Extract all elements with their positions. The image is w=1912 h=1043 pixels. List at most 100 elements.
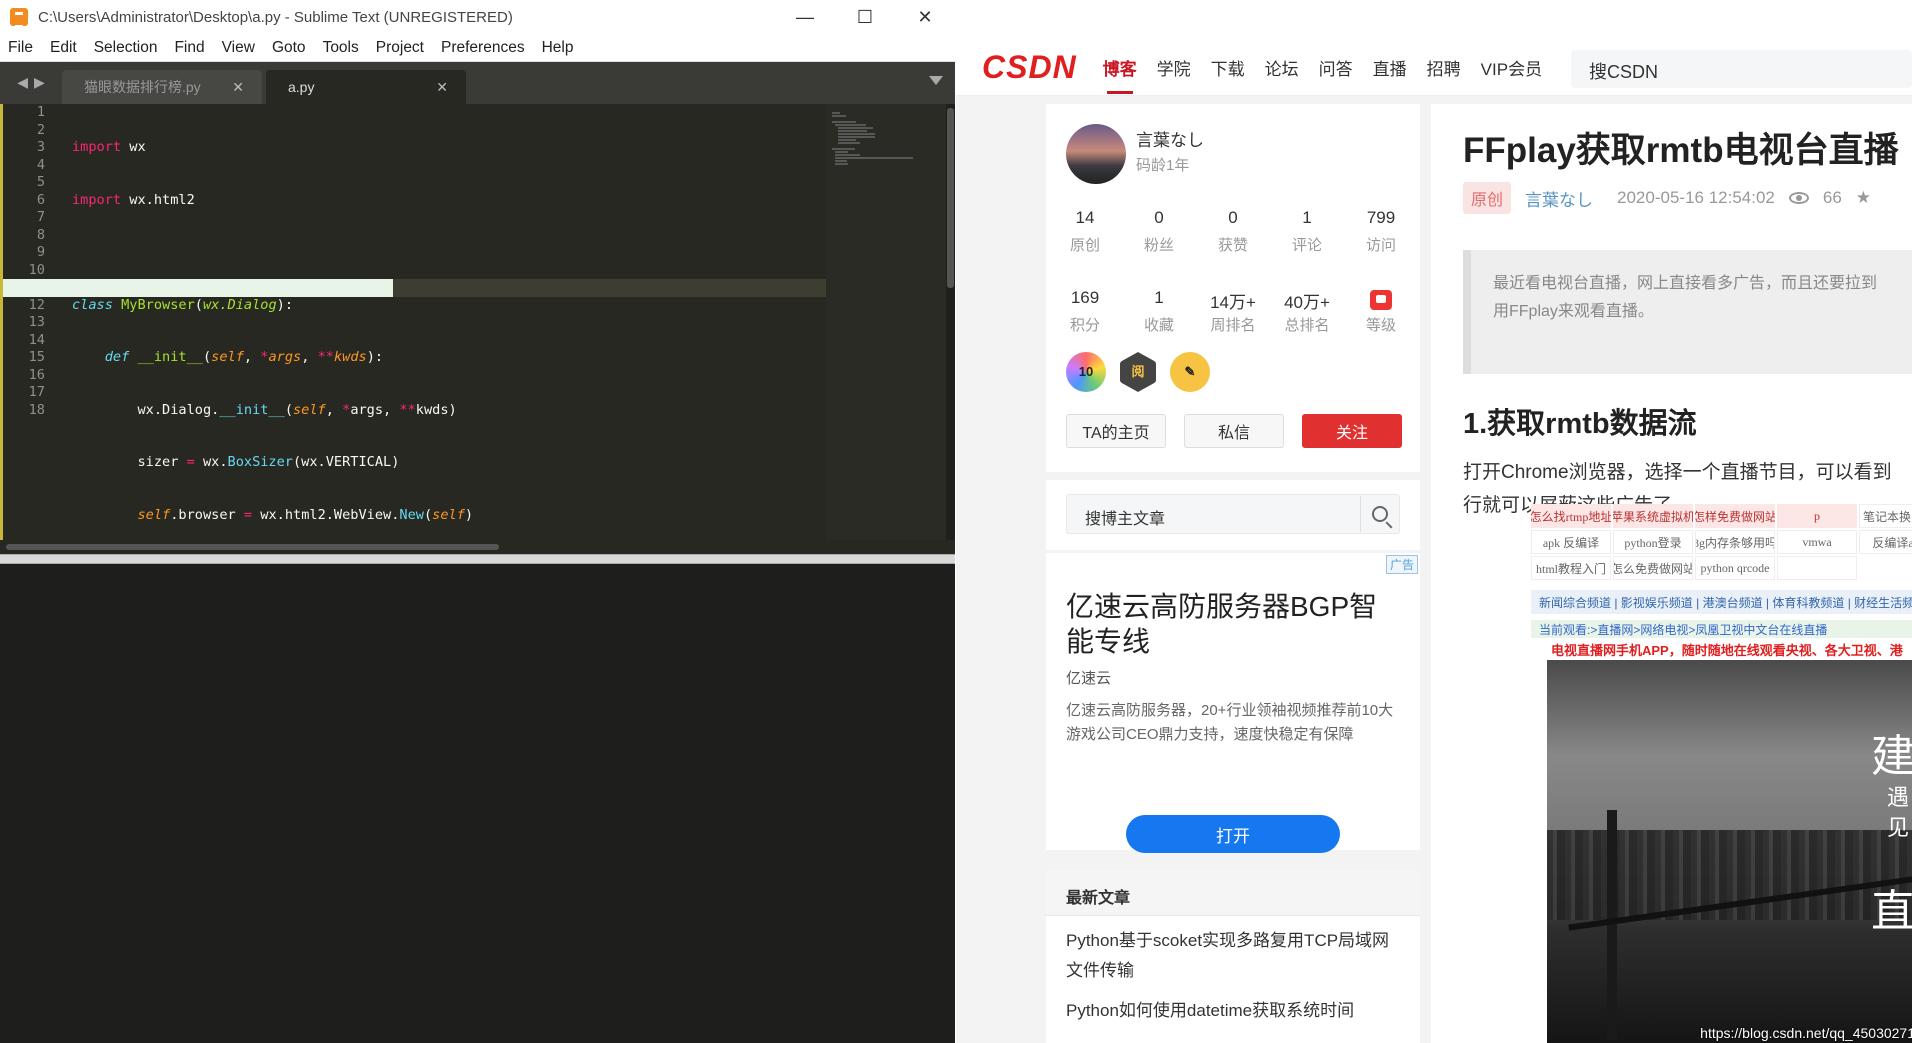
keyword-cell: 反编译app xyxy=(1859,530,1912,554)
stat-value: 14万+ xyxy=(1210,293,1256,312)
badge-icon[interactable]: 10 xyxy=(1066,352,1106,392)
line-number: 4 xyxy=(36,156,45,173)
stat-fans[interactable]: 0 粉丝 xyxy=(1124,208,1194,255)
article-summary: 最近看电视台直播，网上直接看多广告，而且还要拉到 用FFplay来观看直播。 xyxy=(1463,250,1912,374)
tab-navigation[interactable]: ◀ ▶ xyxy=(0,62,62,104)
stat-total-rank[interactable]: 40万+ 总排名 xyxy=(1272,288,1342,335)
blog-search-input[interactable]: 搜博主文章 xyxy=(1066,494,1400,534)
badge-icon[interactable]: 阅 xyxy=(1120,352,1156,392)
horizontal-scrollbar[interactable] xyxy=(0,540,946,554)
nav-blog[interactable]: 博客 xyxy=(1103,55,1137,94)
code-line: wx.Dialog.__init__(self, *args, **kwds) xyxy=(72,401,457,418)
vertical-scroll-thumb[interactable] xyxy=(947,108,954,288)
blog-search-card: 搜博主文章 xyxy=(1046,480,1420,550)
tab-list-dropdown-icon[interactable] xyxy=(929,76,943,85)
star-icon[interactable]: ★ xyxy=(1856,188,1871,208)
code-area[interactable]: import wx import wx.html2 class MyBrowse… xyxy=(72,104,832,554)
nav-jobs[interactable]: 招聘 xyxy=(1427,55,1461,80)
author-home-button[interactable]: TA的主页 xyxy=(1066,414,1166,448)
build-output-panel[interactable] xyxy=(0,564,955,1043)
search-icon xyxy=(1371,506,1388,522)
follow-button[interactable]: 关注 xyxy=(1302,414,1402,448)
nav-vip[interactable]: VIP会员 xyxy=(1481,55,1542,80)
menu-find[interactable]: Find xyxy=(174,39,204,57)
stat-original[interactable]: 14 原创 xyxy=(1050,208,1120,255)
stat-label: 粉丝 xyxy=(1143,237,1174,254)
blog-search-button[interactable] xyxy=(1360,496,1398,532)
line-number: 3 xyxy=(36,139,45,155)
nav-live[interactable]: 直播 xyxy=(1373,55,1407,80)
csdn-search-input[interactable]: 搜CSDN xyxy=(1571,50,1912,88)
menu-view[interactable]: View xyxy=(222,39,255,57)
horizontal-scroll-thumb[interactable] xyxy=(6,544,499,550)
badge-label: ✎ xyxy=(1184,364,1196,379)
panel-splitter[interactable] xyxy=(0,554,955,564)
current-watching: 当前观看:>直播网>网络电视>凤凰卫视中文台在线直播 xyxy=(1531,620,1912,638)
minimap-line xyxy=(838,127,874,129)
csdn-logo[interactable]: CSDN xyxy=(982,49,1077,86)
tab-maoyan[interactable]: 猫眼数据排行榜.py ✕ xyxy=(62,70,262,104)
stat-favorites[interactable]: 1 收藏 xyxy=(1124,288,1194,335)
ad-title[interactable]: 亿速云高防服务器BGP智能专线 xyxy=(1066,589,1400,659)
stat-week-rank[interactable]: 14万+ 周排名 xyxy=(1198,288,1268,335)
ad-open-button[interactable]: 打开 xyxy=(1126,815,1340,853)
menu-edit[interactable]: Edit xyxy=(50,39,77,57)
minimap-line xyxy=(832,115,846,117)
nav-download[interactable]: 下载 xyxy=(1211,55,1245,80)
badge-icon[interactable]: ✎ xyxy=(1170,352,1210,392)
nav-forum[interactable]: 论坛 xyxy=(1265,55,1299,80)
keyword-cell: 苹果系统虚拟机 xyxy=(1613,504,1693,528)
article-author[interactable]: 言葉なし xyxy=(1525,186,1593,211)
stat-comments[interactable]: 1 评论 xyxy=(1272,208,1342,255)
ad-card[interactable]: 广告 亿速云高防服务器BGP智能专线 亿速云 亿速云高防服务器，20+行业领袖视… xyxy=(1046,553,1420,853)
code-editor[interactable]: 1 2 3 4 5 6 7 8 9 10 11 12 13 14 15 16 17 18 import wx im… xyxy=(0,104,955,554)
menu-project[interactable]: Project xyxy=(376,39,424,57)
tab-a-py[interactable]: a.py ✕ xyxy=(266,70,466,104)
tab-close-icon[interactable]: ✕ xyxy=(232,79,244,96)
menu-file[interactable]: File xyxy=(8,39,33,57)
browser-window: CSDN 博客 学院 下载 论坛 问答 直播 招聘 VIP会员 搜CSDN 言葉… xyxy=(956,0,1912,1043)
menu-preferences[interactable]: Preferences xyxy=(441,39,525,57)
private-message-button[interactable]: 私信 xyxy=(1184,414,1284,448)
vertical-scrollbar[interactable] xyxy=(946,104,955,540)
minimap-line xyxy=(838,136,876,138)
close-button[interactable]: ✕ xyxy=(895,0,955,34)
video-caption-char: 直 xyxy=(1871,886,1912,937)
stat-label: 积分 xyxy=(1069,317,1100,334)
minimap-line xyxy=(832,148,856,150)
csdn-header: CSDN 博客 学院 下载 论坛 问答 直播 招聘 VIP会员 搜CSDN xyxy=(956,40,1912,96)
stat-value: 1 xyxy=(1154,288,1164,307)
window-title: C:\Users\Administrator\Desktop\a.py - Su… xyxy=(38,8,513,26)
stat-label: 原创 xyxy=(1069,237,1100,254)
nav-qa[interactable]: 问答 xyxy=(1319,55,1353,80)
menu-goto[interactable]: Goto xyxy=(272,39,306,57)
minimap-line xyxy=(838,130,868,132)
tab-next-icon[interactable]: ▶ xyxy=(34,75,45,91)
browser-top-strip xyxy=(956,0,1912,40)
nav-academy[interactable]: 学院 xyxy=(1157,55,1191,80)
tab-close-icon[interactable]: ✕ xyxy=(436,79,448,96)
recent-article-link[interactable]: Python基于scoket实现多路复用TCP局域网文件传输 xyxy=(1066,926,1406,986)
stat-level[interactable]: 等级 xyxy=(1346,288,1416,335)
menu-selection[interactable]: Selection xyxy=(94,39,158,57)
stat-likes[interactable]: 0 获赞 xyxy=(1198,208,1268,255)
avatar[interactable] xyxy=(1066,124,1126,184)
recent-article-link[interactable]: Python如何使用datetime获取系统时间 xyxy=(1066,996,1406,1026)
author-name[interactable]: 言葉なし xyxy=(1136,126,1204,151)
minimize-button[interactable]: — xyxy=(775,0,835,34)
stat-visits[interactable]: 799 访问 xyxy=(1346,208,1416,255)
maximize-button[interactable]: ☐ xyxy=(835,0,895,34)
keyword-grid: 怎么找rtmp地址 苹果系统虚拟机 怎样免费做网站 p 笔记本换内存 apk 反… xyxy=(1531,504,1912,580)
sublime-logo-icon xyxy=(10,8,28,28)
tab-prev-icon[interactable]: ◀ xyxy=(17,75,28,91)
article-views: 66 xyxy=(1822,188,1842,207)
minimap-line xyxy=(835,157,914,159)
minimap[interactable] xyxy=(826,104,946,540)
menu-tools[interactable]: Tools xyxy=(323,39,359,57)
menu-help[interactable]: Help xyxy=(542,39,574,57)
line-number: 10 xyxy=(28,261,45,278)
code-line: sizer = wx.BoxSizer(wx.VERTICAL) xyxy=(72,454,400,470)
video-caption-char: 建 xyxy=(1871,731,1912,782)
article-meta: 原创 言葉なし 2020-05-16 12:54:02 66 ★ xyxy=(1463,182,1871,214)
stat-points[interactable]: 169 积分 xyxy=(1050,288,1120,335)
